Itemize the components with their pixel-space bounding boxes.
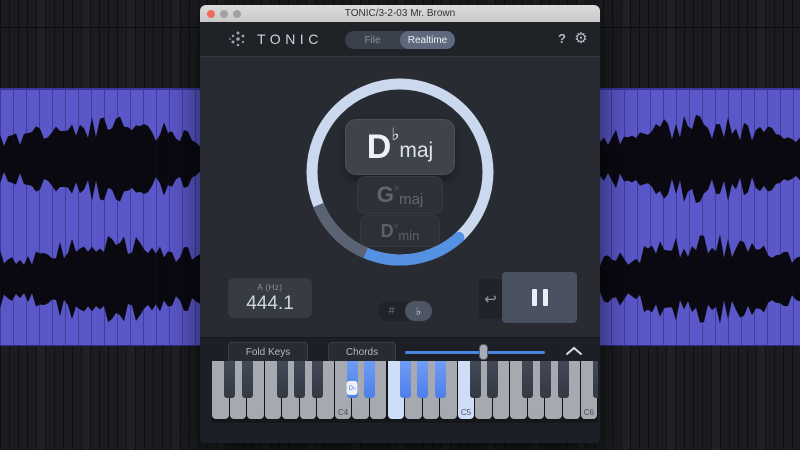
chord-root: G [377, 182, 394, 208]
dots-logo-icon [228, 30, 248, 48]
chord-root: D [367, 128, 392, 167]
tab-file[interactable]: File [345, 31, 400, 49]
tuning-label: A (Hz) [228, 283, 312, 292]
app-name: TONIC [257, 31, 323, 47]
flat-sign: ♭ [394, 220, 399, 231]
piano-key-black[interactable] [540, 361, 551, 398]
detected-key-primary[interactable]: D♭maj [346, 120, 454, 174]
gear-icon[interactable]: ⚙ [572, 29, 590, 49]
chevron-up-icon[interactable] [564, 344, 584, 358]
piano-key-black[interactable] [417, 361, 428, 398]
window-titlebar[interactable]: TONIC/3-2-03 Mr. Brown [200, 5, 600, 22]
piano-key-black[interactable] [312, 361, 323, 398]
window-title: TONIC/3-2-03 Mr. Brown [345, 8, 455, 19]
keyboard-zoom-slider[interactable] [405, 351, 545, 354]
slider-handle[interactable] [479, 344, 488, 360]
chords-button[interactable]: Chords [328, 342, 396, 362]
fold-keys-button[interactable]: Fold Keys [228, 342, 308, 362]
octave-label: C4 [335, 408, 352, 417]
piano-key-black[interactable] [558, 361, 569, 398]
tab-realtime[interactable]: Realtime [400, 31, 455, 49]
piano-key-black[interactable] [435, 361, 446, 398]
minimize-window-button[interactable] [220, 10, 228, 18]
piano-key-black[interactable]: D♭ [347, 361, 358, 398]
detected-key-alt-2[interactable]: G♭maj [358, 177, 442, 213]
piano-key-black[interactable] [224, 361, 235, 398]
chord-quality: min [398, 220, 419, 243]
piano-key-black[interactable] [487, 361, 498, 398]
tuning-reference-box[interactable]: A (Hz) 444.1 [228, 278, 312, 318]
flat-sign: ♭ [391, 125, 399, 145]
chord-quality: maj [399, 183, 423, 208]
piano-key-black[interactable] [400, 361, 411, 398]
chord-root: D [381, 221, 394, 242]
piano-key-black[interactable] [242, 361, 253, 398]
traffic-lights [207, 5, 241, 22]
octave-label: C5 [458, 408, 475, 417]
piano-key-black[interactable] [364, 361, 375, 398]
piano-key-black[interactable] [593, 361, 598, 398]
detected-key-alt-3[interactable]: D♭min [361, 216, 439, 246]
help-icon[interactable]: ? [554, 30, 570, 48]
keyboard-panel: Fold Keys Chords C4 C5 C6 D♭ [200, 337, 600, 443]
flat-sign: ♭ [394, 181, 399, 194]
octave-label: C6 [581, 408, 598, 417]
piano-key-black[interactable] [294, 361, 305, 398]
chord-quality: maj [399, 131, 433, 163]
reset-button[interactable]: ↩ [479, 279, 502, 319]
pause-icon [543, 289, 548, 306]
tonic-plugin-window: TONIC/3-2-03 Mr. Brown TONIC [200, 5, 600, 443]
piano-key-black[interactable] [277, 361, 288, 398]
undo-icon: ↩ [484, 290, 497, 308]
tuning-value: 444.1 [228, 293, 312, 315]
accidental-toggle: # ♭ [378, 301, 432, 321]
piano-key-black[interactable] [470, 361, 481, 398]
root-note-chip: D♭ [347, 381, 358, 395]
app-logo: TONIC [228, 30, 323, 48]
piano-key-black[interactable] [522, 361, 533, 398]
plugin-body: TONIC File Realtime ? ⚙ D♭maj [200, 22, 600, 443]
plugin-header: TONIC File Realtime ? ⚙ [200, 22, 600, 57]
close-window-button[interactable] [207, 10, 215, 18]
screen: TONIC/3-2-03 Mr. Brown TONIC [0, 0, 800, 450]
flat-option[interactable]: ♭ [405, 301, 432, 321]
mode-toggle: File Realtime [345, 31, 455, 49]
piano-keyboard: C4 C5 C6 D♭ [212, 361, 598, 423]
pause-button[interactable] [502, 272, 577, 323]
zoom-window-button[interactable] [233, 10, 241, 18]
pause-icon [532, 289, 537, 306]
sharp-option[interactable]: # [378, 301, 405, 321]
chord-candidates: D♭maj G♭maj D♭min [200, 120, 600, 246]
